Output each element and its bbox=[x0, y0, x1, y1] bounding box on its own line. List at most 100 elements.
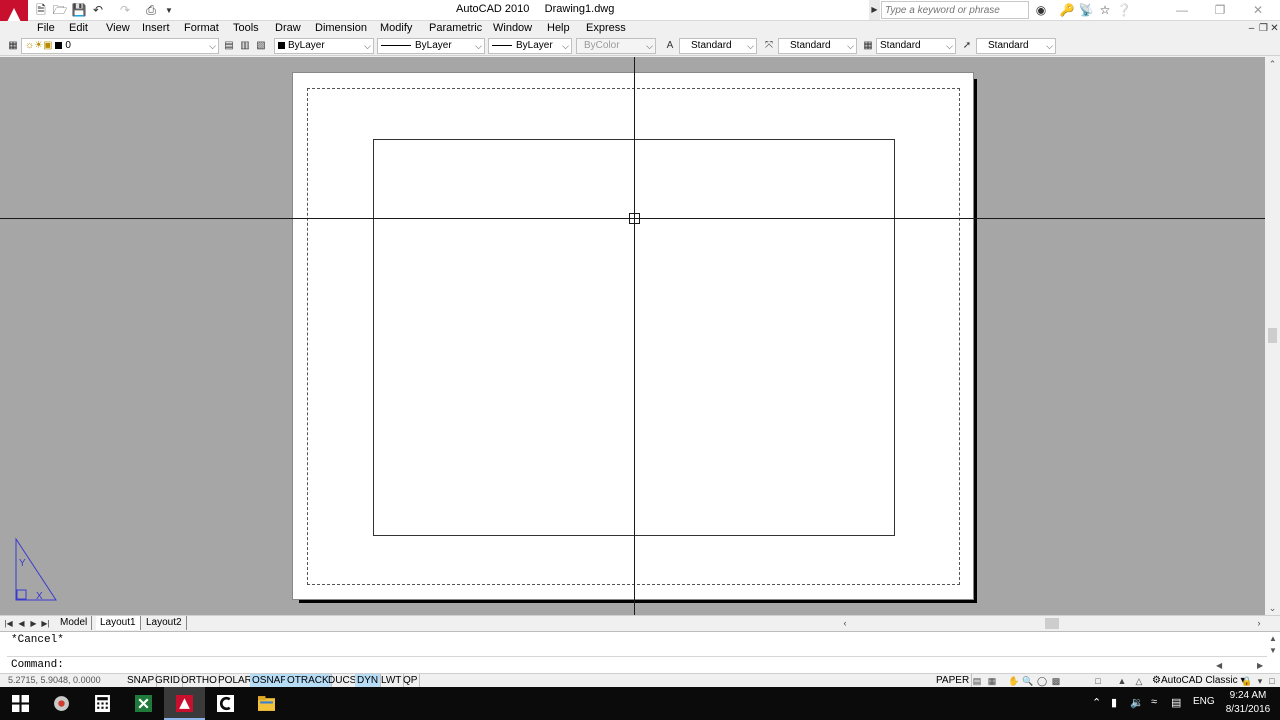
menu-view[interactable]: View bbox=[106, 22, 130, 34]
menu-express[interactable]: Express bbox=[586, 22, 626, 34]
linetype-combo[interactable]: ByLayer ⌵ bbox=[377, 38, 485, 54]
quick-view-drawings-icon[interactable]: ▦ bbox=[986, 675, 998, 687]
taskbar-app-explorer[interactable] bbox=[246, 687, 287, 720]
qat-dropdown-icon[interactable]: ▼ bbox=[161, 3, 177, 18]
infocenter-search-input[interactable] bbox=[881, 1, 1029, 19]
menu-window[interactable]: Window bbox=[493, 22, 532, 34]
command-prompt[interactable]: Command: bbox=[11, 659, 64, 671]
tab-layout1[interactable]: Layout1 bbox=[96, 616, 141, 630]
lock-icon[interactable]: 🔒 bbox=[1241, 675, 1253, 687]
menu-help[interactable]: Help bbox=[547, 22, 570, 34]
taskbar-app-calculator[interactable] bbox=[82, 687, 123, 720]
horizontal-scroll-thumb[interactable] bbox=[1045, 618, 1059, 629]
vertical-scrollbar[interactable]: ⌃ ⌄ bbox=[1265, 57, 1280, 615]
coordinate-readout[interactable]: 5.2715, 5.9048, 0.0000 bbox=[8, 675, 101, 685]
scroll-right-icon[interactable]: › bbox=[1252, 617, 1266, 630]
dim-style-combo[interactable]: Standard ⌵ bbox=[778, 38, 857, 54]
mleader-style-combo[interactable]: Standard ⌵ bbox=[976, 38, 1056, 54]
table-style-icon[interactable]: ▦ bbox=[861, 39, 875, 53]
start-button[interactable] bbox=[0, 687, 41, 720]
pan-icon[interactable]: ✋ bbox=[1008, 675, 1020, 687]
drawing-canvas[interactable]: Y X bbox=[0, 57, 1265, 615]
annotation-visibility-icon[interactable]: △ bbox=[1133, 675, 1145, 687]
layer-previous-icon[interactable]: ▥ bbox=[238, 39, 252, 53]
toggle-qp[interactable]: QP bbox=[401, 674, 421, 687]
menu-format[interactable]: Format bbox=[184, 22, 219, 34]
color-combo[interactable]: ByLayer ⌵ bbox=[274, 38, 374, 54]
search-expand-icon[interactable]: ▶ bbox=[869, 0, 880, 20]
vertical-scroll-thumb[interactable] bbox=[1268, 328, 1277, 343]
make-current-layer-icon[interactable]: ▤ bbox=[222, 39, 236, 53]
next-tab-icon[interactable]: ▶ bbox=[28, 617, 39, 630]
text-style-combo[interactable]: Standard ⌵ bbox=[679, 38, 757, 54]
menu-draw[interactable]: Draw bbox=[275, 22, 301, 34]
doc-close-button[interactable]: ✕ bbox=[1269, 22, 1280, 36]
action-center-icon[interactable]: ▤ bbox=[1171, 696, 1181, 709]
prev-tab-icon[interactable]: ◀ bbox=[16, 617, 27, 630]
language-indicator[interactable]: ENG bbox=[1193, 696, 1215, 707]
menu-modify[interactable]: Modify bbox=[380, 22, 412, 34]
maximize-viewport-icon[interactable]: □ bbox=[1092, 675, 1104, 687]
last-tab-icon[interactable]: ▶| bbox=[40, 617, 51, 630]
menu-parametric[interactable]: Parametric bbox=[429, 22, 482, 34]
plot-icon[interactable]: ⎙ bbox=[143, 3, 159, 18]
system-clock[interactable]: 9:24 AM 8/31/2016 bbox=[1222, 689, 1274, 717]
cmd-scroll-right-icon[interactable]: ▶ bbox=[1257, 661, 1263, 670]
close-button[interactable]: ✕ bbox=[1239, 0, 1277, 20]
quick-view-layouts-icon[interactable]: ▤ bbox=[971, 675, 983, 687]
text-style-icon[interactable]: A bbox=[663, 39, 677, 53]
toggle-dyn[interactable]: DYN bbox=[355, 674, 382, 687]
scroll-down-icon[interactable]: ⌄ bbox=[1265, 601, 1280, 615]
showmotion-icon[interactable]: ▩ bbox=[1050, 675, 1062, 687]
subscription-icon[interactable]: 🔑 bbox=[1059, 2, 1075, 18]
layer-properties-icon[interactable]: ▦ bbox=[6, 39, 20, 53]
dim-style-icon[interactable]: ⤧ bbox=[762, 39, 776, 53]
undo-icon[interactable]: ↶ bbox=[90, 3, 106, 18]
taskbar-app-excel[interactable] bbox=[123, 687, 164, 720]
clean-screen-icon[interactable]: □ bbox=[1266, 675, 1278, 687]
menu-tools[interactable]: Tools bbox=[233, 22, 259, 34]
annotation-scale-icon[interactable]: ▲ bbox=[1116, 675, 1128, 687]
favorites-star-icon[interactable]: ☆ bbox=[1097, 2, 1113, 18]
binoculars-icon[interactable]: ◉ bbox=[1033, 2, 1049, 18]
cmd-scroll-up-icon[interactable]: ▲ bbox=[1269, 634, 1277, 643]
scroll-up-icon[interactable]: ⌃ bbox=[1265, 57, 1280, 71]
cmd-scroll-left-icon[interactable]: ◀ bbox=[1216, 661, 1222, 670]
doc-minimize-button[interactable]: – bbox=[1246, 22, 1257, 36]
help-icon[interactable]: ❔ bbox=[1116, 2, 1132, 18]
menu-insert[interactable]: Insert bbox=[142, 22, 170, 34]
open-icon[interactable]: 🗁 bbox=[52, 3, 68, 18]
tab-layout2[interactable]: Layout2 bbox=[142, 616, 187, 630]
show-hidden-icons-icon[interactable]: ⌃ bbox=[1092, 696, 1101, 709]
table-style-combo[interactable]: Standard ⌵ bbox=[876, 38, 956, 54]
lineweight-combo[interactable]: ByLayer ⌵ bbox=[488, 38, 572, 54]
mleader-style-icon[interactable]: ➚ bbox=[960, 39, 974, 53]
layer-states-icon[interactable]: ▧ bbox=[254, 39, 268, 53]
doc-restore-button[interactable]: ❐ bbox=[1258, 22, 1269, 36]
toggle-otrack[interactable]: OTRACK bbox=[285, 674, 332, 687]
save-icon[interactable]: 💾 bbox=[71, 3, 87, 18]
taskbar-app-autocad[interactable] bbox=[164, 687, 205, 720]
workspace-switch[interactable]: ⚙AutoCAD Classic ▾ bbox=[1152, 675, 1245, 686]
zoom-icon[interactable]: 🔍 bbox=[1022, 675, 1034, 687]
first-tab-icon[interactable]: |◀ bbox=[3, 617, 14, 630]
toggle-osnap[interactable]: OSNAP bbox=[250, 674, 291, 687]
menu-edit[interactable]: Edit bbox=[69, 22, 88, 34]
new-icon[interactable]: 🗎 bbox=[33, 3, 49, 18]
tab-model[interactable]: Model bbox=[56, 616, 93, 630]
scroll-left-icon[interactable]: ‹ bbox=[838, 617, 852, 630]
cmd-scroll-down-icon[interactable]: ▼ bbox=[1269, 646, 1277, 655]
menu-dimension[interactable]: Dimension bbox=[315, 22, 367, 34]
steering-wheel-icon[interactable]: ◯ bbox=[1036, 675, 1048, 687]
status-menu-icon[interactable]: ▾ bbox=[1254, 675, 1266, 687]
wifi-icon[interactable]: ≈ bbox=[1151, 696, 1157, 708]
paper-model-toggle[interactable]: PAPER bbox=[934, 674, 973, 687]
minimize-button[interactable]: — bbox=[1163, 0, 1201, 20]
layer-combo[interactable]: ☼☀▣ 0 ⌵ bbox=[21, 38, 219, 54]
communication-center-icon[interactable]: 📡 bbox=[1078, 2, 1094, 18]
battery-icon[interactable]: ▮ bbox=[1111, 696, 1117, 709]
maximize-button[interactable]: ❐ bbox=[1201, 0, 1239, 20]
redo-icon[interactable]: ↷ bbox=[117, 3, 133, 18]
horizontal-scrollbar[interactable]: ‹ › bbox=[838, 617, 1266, 630]
command-window[interactable]: *Cancel* Command: ▲ ▼ ◀ ▶ bbox=[0, 631, 1280, 673]
